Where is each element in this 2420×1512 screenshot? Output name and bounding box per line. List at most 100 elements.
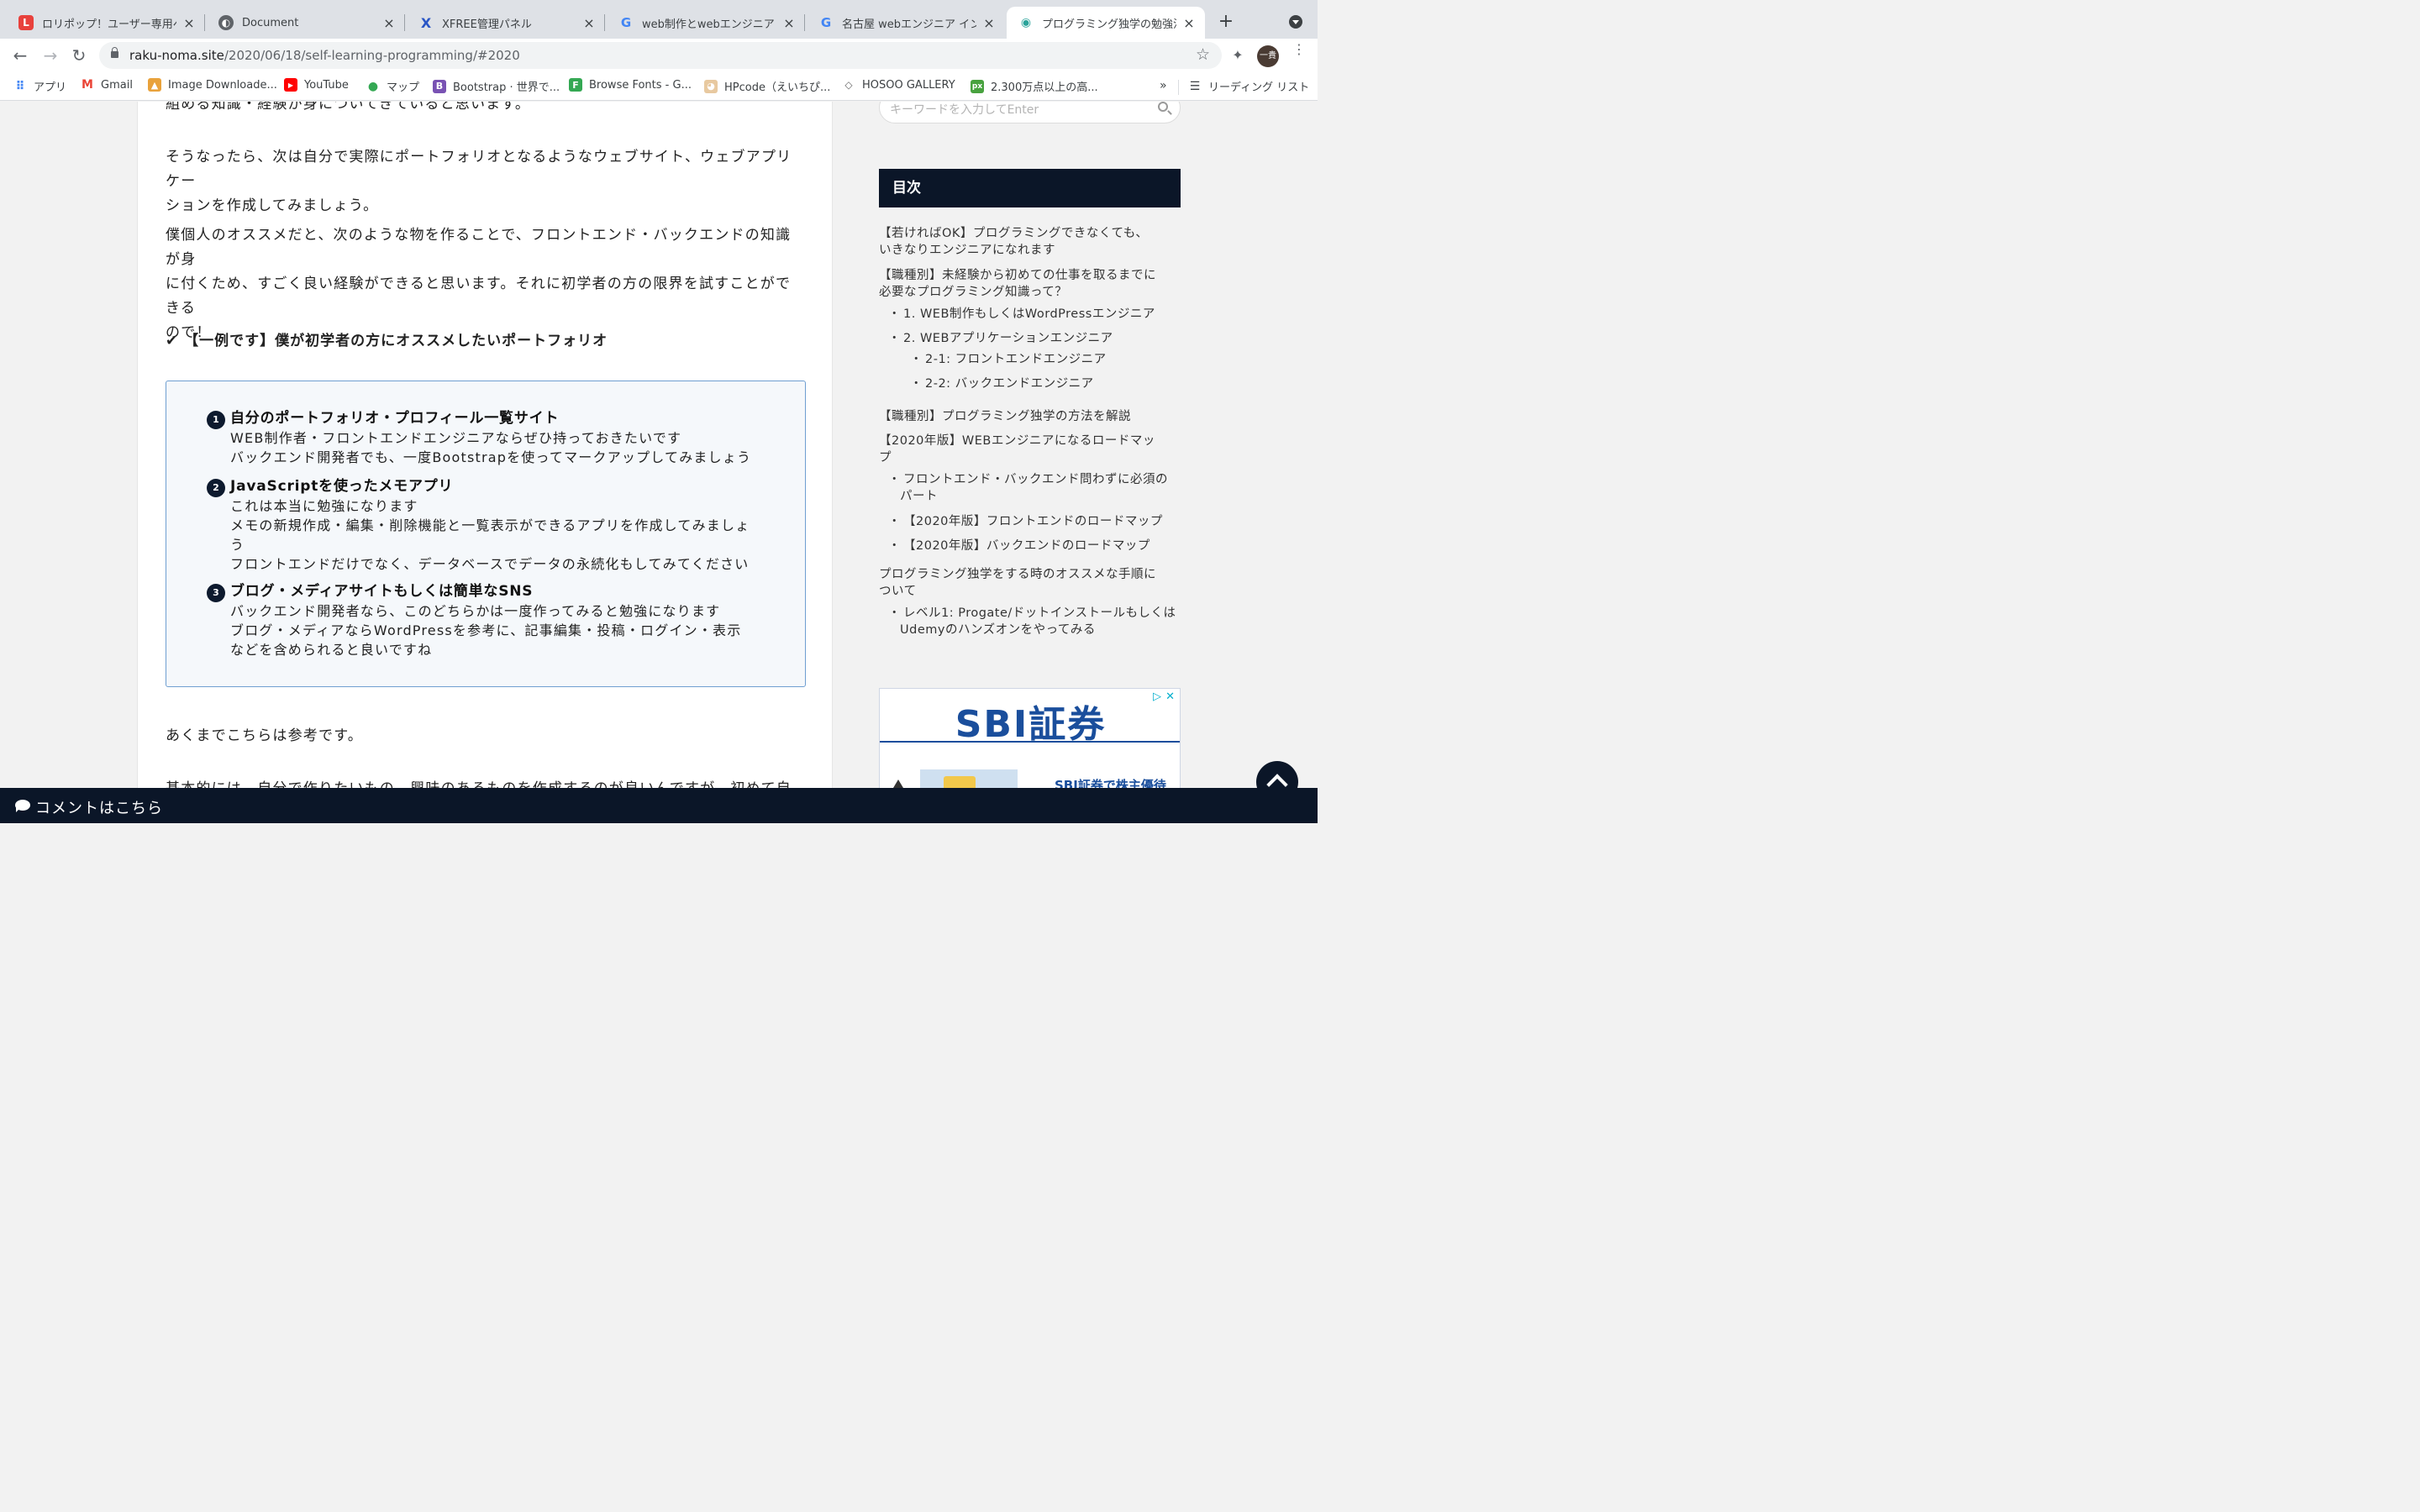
xfree-favicon-icon: X xyxy=(420,14,432,31)
bootstrap-icon: B xyxy=(433,79,446,93)
bookmark-label: HPcode（えいちぴ... xyxy=(724,81,831,94)
back-arrow-icon[interactable]: ← xyxy=(8,44,32,67)
new-tab-button[interactable]: + xyxy=(1215,10,1237,34)
pixabay-icon: px xyxy=(971,79,984,93)
toc-link[interactable]: 【職種別】未経験から初めての仕事を取るまでに xyxy=(879,267,1156,284)
google-favicon-icon: G xyxy=(820,15,832,30)
check-mark-icon: ✔ xyxy=(166,333,179,349)
ad-choices-icon[interactable]: ▷ xyxy=(1153,690,1161,703)
tab-separator xyxy=(204,14,205,31)
toc-link[interactable]: ついて xyxy=(879,583,917,600)
toc-link[interactable]: 必要なプログラミング知識って？ xyxy=(879,284,1067,301)
portfolio-list-box: 1 自分のポートフォリオ・プロフィール一覧サイト WEB制作者・フロントエンドエ… xyxy=(166,381,806,687)
toc-link[interactable]: いきなりエンジニアになれます xyxy=(879,242,1055,259)
ad-arrow-icon xyxy=(893,780,903,788)
bookmark-label: アプリ xyxy=(34,81,67,94)
toc-link[interactable]: プログラミング独学をする時のオススメな手順に xyxy=(879,566,1156,583)
toc-link[interactable]: 2-2: バックエンドエンジニア xyxy=(910,375,1094,392)
comment-bar[interactable]: コメントはこちら xyxy=(0,788,1318,823)
portfolio-item: 2 JavaScriptを使ったメモアプリ これは本当に勉強になります メモの新… xyxy=(207,477,761,574)
search-placeholder: キーワードを入力してEnter xyxy=(890,103,1039,117)
toc-link[interactable]: 2-1: フロントエンドエンジニア xyxy=(910,351,1107,368)
toc-link[interactable]: 2. WEBアプリケーションエンジニア xyxy=(888,330,1113,347)
reload-icon[interactable]: ↻ xyxy=(67,44,91,67)
page-viewport[interactable]: 組める知識・経験が身についてきていると思います。 そうなったら、次は自分で実際に… xyxy=(0,102,1318,788)
bookmark-label: Image Downloade... xyxy=(168,78,277,92)
close-icon[interactable]: × xyxy=(182,15,197,31)
portfolio-item-line: バックエンド開発者なら、このどちらかは一度作ってみると勉強になります xyxy=(230,603,721,619)
browser-menu-icon[interactable]: ⋮ xyxy=(1292,43,1306,56)
toc-link-continued[interactable]: パート xyxy=(900,488,938,505)
sidebar-ad-banner[interactable]: SBI証券 ▷ ✕ SBI証券で株主優待 xyxy=(879,688,1181,788)
toc-link[interactable]: 1. WEB制作もしくはWordPressエンジニア xyxy=(888,306,1155,323)
close-icon[interactable]: × xyxy=(781,15,797,31)
profile-avatar[interactable]: 一貴 xyxy=(1257,45,1279,67)
scroll-to-top-button[interactable] xyxy=(1256,761,1298,788)
close-icon[interactable]: × xyxy=(981,15,997,31)
portfolio-item-line: などを含められると良いですね xyxy=(230,642,433,658)
search-icon[interactable] xyxy=(1158,102,1168,112)
tab-search-icon[interactable] xyxy=(1289,15,1302,29)
toc-link[interactable]: レベル1: Progate/ドットインストールもしくは xyxy=(888,605,1176,622)
bookmarks-overflow-chevron-icon[interactable]: » xyxy=(1160,79,1167,92)
hosoo-icon: ◇ xyxy=(844,79,853,91)
bookmark-apps[interactable]: ⠿ アプリ xyxy=(13,78,67,95)
ad-close-icon[interactable]: ✕ xyxy=(1165,690,1175,703)
ad-divider xyxy=(880,741,1180,743)
toc-link[interactable]: 【若ければOK】プログラミングできなくても、 xyxy=(879,225,1148,242)
address-bar[interactable]: raku-noma.site/2020/06/18/self-learning-… xyxy=(99,42,1222,69)
bookmark-pixabay[interactable]: px 2.300万点以上の高... xyxy=(971,78,1098,94)
bookmark-image-downloader[interactable]: ▲ Image Downloade... xyxy=(148,78,277,92)
tab-document[interactable]: ◐ Document × xyxy=(207,7,405,39)
tab-google-search-2[interactable]: G 名古屋 webエンジニア インタ × xyxy=(807,7,1005,39)
toc-link[interactable]: 【2020年版】WEBエンジニアになるロードマッ xyxy=(879,433,1155,449)
bookmark-label: Bootstrap · 世界で... xyxy=(453,81,560,94)
toc-title: 目次 xyxy=(879,169,1181,207)
bookmark-youtube[interactable]: ▶ YouTube xyxy=(284,78,349,92)
portfolio-item-line: ブログ・メディアならWordPressを参考に、記事編集・投稿・ログイン・表示 xyxy=(230,622,742,638)
toc-link[interactable]: 【職種別】プログラミング独学の方法を解説 xyxy=(879,408,1131,425)
bookmark-gmail[interactable]: M Gmail xyxy=(81,78,133,92)
close-icon[interactable]: × xyxy=(1181,15,1197,31)
url-text[interactable]: raku-noma.site/2020/06/18/self-learning-… xyxy=(129,48,520,63)
bookmark-hosoo-gallery[interactable]: ◇ HOSOO GALLERY xyxy=(842,78,955,92)
bookmark-hpcode[interactable]: ◕ HPcode（えいちぴ... xyxy=(704,78,830,94)
bookmark-google-fonts[interactable]: F Browse Fonts - G... xyxy=(569,78,692,92)
bookmark-label: Browse Fonts - G... xyxy=(589,78,692,92)
paragraph-line: に付くため、すごく良い経験ができると思います。それに初学者の方の限界を試すことが… xyxy=(166,276,792,317)
tab-title: XFREE管理パネル xyxy=(442,18,532,31)
toc-link[interactable]: 【2020年版】バックエンドのロードマップ xyxy=(888,538,1150,554)
google-favicon-icon: G xyxy=(620,15,632,30)
ad-logo: SBI証券 xyxy=(955,703,1107,746)
google-fonts-icon: F xyxy=(569,78,582,92)
subheading-text: 【一例です】僕が初学者の方にオススメしたいポートフォリオ xyxy=(184,333,608,349)
search-input[interactable]: キーワードを入力してEnter xyxy=(879,102,1181,123)
maps-icon: ● xyxy=(367,79,379,93)
toc-link[interactable]: 【2020年版】フロントエンドのロードマップ xyxy=(888,513,1163,530)
tab-google-search-1[interactable]: G web制作とwebエンジニア - G × xyxy=(607,7,805,39)
url-path: /2020/06/18/self-learning-programming/#2… xyxy=(224,48,520,63)
extensions-puzzle-icon[interactable]: ✦ xyxy=(1230,47,1245,63)
hpcode-icon: ◕ xyxy=(704,79,718,93)
tab-xfree[interactable]: X XFREE管理パネル × xyxy=(407,7,605,39)
bookmarks-divider xyxy=(1178,80,1179,95)
paragraph: そうなったら、次は自分で実際にポートフォリオとなるようなウェブサイト、ウェブアプ… xyxy=(166,145,797,218)
youtube-icon: ▶ xyxy=(284,78,297,92)
bookmark-bootstrap[interactable]: B Bootstrap · 世界で... xyxy=(433,78,560,94)
apps-grid-icon: ⠿ xyxy=(15,79,25,93)
close-icon[interactable]: × xyxy=(581,15,597,31)
number-badge: 1 xyxy=(207,411,225,429)
toc-link-continued[interactable]: Udemyのハンズオンをやってみる xyxy=(900,622,1096,638)
toc-link[interactable]: プ xyxy=(879,449,892,466)
toc-link[interactable]: フロントエンド・バックエンド問わずに必須の xyxy=(888,471,1168,488)
tab-lolipop[interactable]: L ロリポップ！ユーザー専用ペー × xyxy=(7,7,205,39)
bookmark-star-icon[interactable]: ☆ xyxy=(1196,45,1210,64)
portfolio-item-title: JavaScriptを使ったメモアプリ xyxy=(230,478,454,495)
tab-active-article[interactable]: ◉ プログラミング独学の勉強法 - × xyxy=(1007,7,1205,39)
close-icon[interactable]: × xyxy=(381,15,397,31)
bookmark-maps[interactable]: ● マップ xyxy=(366,78,420,95)
paragraph-line: 僕個人のオススメだと、次のような物を作ることで、フロントエンド・バックエンドの知… xyxy=(166,227,792,268)
bookmark-label: マップ xyxy=(387,81,420,94)
forward-arrow-icon[interactable]: → xyxy=(39,44,62,67)
reading-list-button[interactable]: ☰ リーディング リスト xyxy=(1188,78,1310,95)
